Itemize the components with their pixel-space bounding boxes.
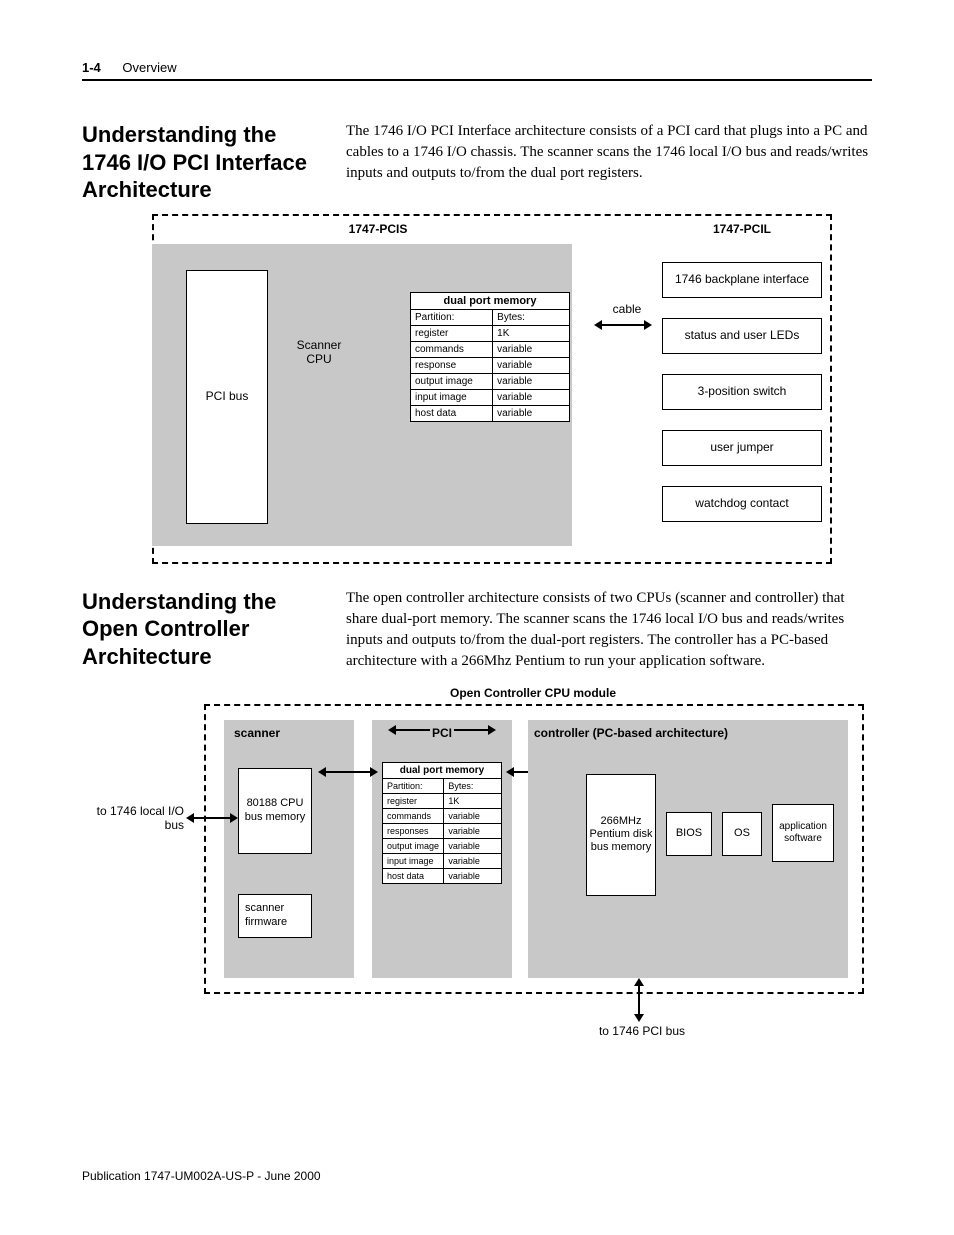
scanner-label: scanner bbox=[234, 726, 280, 740]
cable-label: cable bbox=[602, 302, 652, 316]
dpm-bytes: variable bbox=[493, 406, 569, 421]
dpm-row: register1K bbox=[411, 326, 569, 342]
dpm-row: commandsvariable bbox=[411, 342, 569, 358]
pcil-label: 1747-PCIL bbox=[662, 222, 822, 236]
dpm-bytes: variable bbox=[444, 824, 501, 838]
dpm-row: responsevariable bbox=[411, 358, 569, 374]
cable-arrow-icon bbox=[594, 318, 652, 332]
dpm-bytes: variable bbox=[444, 809, 501, 823]
dpm-bytes: variable bbox=[493, 358, 569, 373]
dpm-table-1: dual port memory Partition:Bytes:registe… bbox=[410, 292, 570, 422]
dpm-partition: commands bbox=[411, 342, 493, 357]
bios-box: BIOS bbox=[666, 812, 712, 856]
dpm-table-2: dual port memory Partition:Bytes:registe… bbox=[382, 762, 502, 884]
section-2-title: Understanding the Open Controller Archit… bbox=[82, 588, 322, 672]
dpm-partition: Partition: bbox=[411, 310, 493, 325]
controller-label: controller (PC-based architecture) bbox=[534, 726, 824, 740]
dpm-bytes: variable bbox=[444, 839, 501, 853]
dpm-partition: host data bbox=[411, 406, 493, 421]
dpm-partition: output image bbox=[411, 374, 493, 389]
firmware-box: scanner firmware bbox=[238, 894, 312, 938]
page-header-rule: 1-4 Overview bbox=[82, 60, 872, 81]
section-1: Understanding the 1746 I/O PCI Interface… bbox=[82, 121, 872, 204]
dpm-title-1: dual port memory bbox=[411, 293, 569, 310]
dpm-row: responsesvariable bbox=[383, 824, 501, 839]
pcil-box: user jumper bbox=[662, 430, 822, 466]
dpm-partition: register bbox=[383, 794, 444, 808]
pci-title-arrow-right-icon bbox=[450, 724, 496, 736]
section-1-title: Understanding the 1746 I/O PCI Interface… bbox=[82, 121, 322, 204]
dpm-partition: input image bbox=[383, 854, 444, 868]
io-bus-arrow-icon bbox=[186, 812, 238, 824]
chapter-title: Overview bbox=[122, 60, 176, 75]
app-box: application software bbox=[772, 804, 834, 862]
dpm-bytes: variable bbox=[444, 854, 501, 868]
pci-title-arrow-left-icon bbox=[388, 724, 434, 736]
dpm-partition: Partition: bbox=[383, 779, 444, 793]
scanner-pci-arrow-icon bbox=[318, 766, 378, 778]
section-2: Understanding the Open Controller Archit… bbox=[82, 588, 872, 672]
page-footer: Publication 1747-UM002A-US-P - June 2000 bbox=[82, 1169, 321, 1183]
scanner-cpu-label: Scanner CPU bbox=[284, 338, 354, 366]
module-label: Open Controller CPU module bbox=[194, 686, 872, 700]
dpm-row: output imagevariable bbox=[411, 374, 569, 390]
dpm-partition: register bbox=[411, 326, 493, 341]
dpm-bytes: variable bbox=[444, 869, 501, 883]
dpm-bytes: 1K bbox=[444, 794, 501, 808]
dpm-row: Partition:Bytes: bbox=[383, 779, 501, 794]
dpm-row: output imagevariable bbox=[383, 839, 501, 854]
pentium-box: 266MHz Pentium disk bus memory bbox=[586, 774, 656, 896]
dpm-bytes: Bytes: bbox=[493, 310, 569, 325]
pcil-box: watchdog contact bbox=[662, 486, 822, 522]
dpm-row: host datavariable bbox=[411, 406, 569, 421]
diagram-open-controller: scanner 80188 CPU bus memory scanner fir… bbox=[92, 704, 872, 1024]
dpm-bytes: variable bbox=[493, 390, 569, 405]
dpm-partition: output image bbox=[383, 839, 444, 853]
dpm-row: host datavariable bbox=[383, 869, 501, 883]
page-header: 1-4 Overview bbox=[82, 60, 872, 75]
dpm-row: commandsvariable bbox=[383, 809, 501, 824]
section-1-body: The 1746 I/O PCI Interface architecture … bbox=[346, 121, 872, 204]
pci-bus-label: to 1746 PCI bus bbox=[572, 1024, 712, 1038]
dpm-partition: responses bbox=[383, 824, 444, 838]
cpu-box: 80188 CPU bus memory bbox=[238, 768, 312, 854]
pcil-box: 1746 backplane interface bbox=[662, 262, 822, 298]
dpm-row: input imagevariable bbox=[383, 854, 501, 869]
diagram-pci-interface: 1747-PCIS PCI bus Scanner CPU dual port … bbox=[152, 214, 872, 564]
dpm-partition: commands bbox=[383, 809, 444, 823]
dpm-row: input imagevariable bbox=[411, 390, 569, 406]
page-number: 1-4 bbox=[82, 60, 101, 75]
pcis-label: 1747-PCIS bbox=[168, 222, 588, 236]
io-bus-label: to 1746 local I/O bus bbox=[84, 804, 184, 832]
pci-bus-box: PCI bus bbox=[186, 270, 268, 524]
section-2-body: The open controller architecture consist… bbox=[346, 588, 872, 672]
pcil-box: status and user LEDs bbox=[662, 318, 822, 354]
dpm-bytes: variable bbox=[493, 374, 569, 389]
dpm-row: register1K bbox=[383, 794, 501, 809]
dpm-partition: response bbox=[411, 358, 493, 373]
os-box: OS bbox=[722, 812, 762, 856]
dpm-bytes: 1K bbox=[493, 326, 569, 341]
pci-bus-arrow-icon bbox=[632, 978, 646, 1022]
dpm-bytes: Bytes: bbox=[444, 779, 501, 793]
pcil-box: 3-position switch bbox=[662, 374, 822, 410]
dpm-title-2: dual port memory bbox=[383, 763, 501, 779]
dpm-bytes: variable bbox=[493, 342, 569, 357]
dpm-partition: input image bbox=[411, 390, 493, 405]
dpm-row: Partition:Bytes: bbox=[411, 310, 569, 326]
dpm-partition: host data bbox=[383, 869, 444, 883]
